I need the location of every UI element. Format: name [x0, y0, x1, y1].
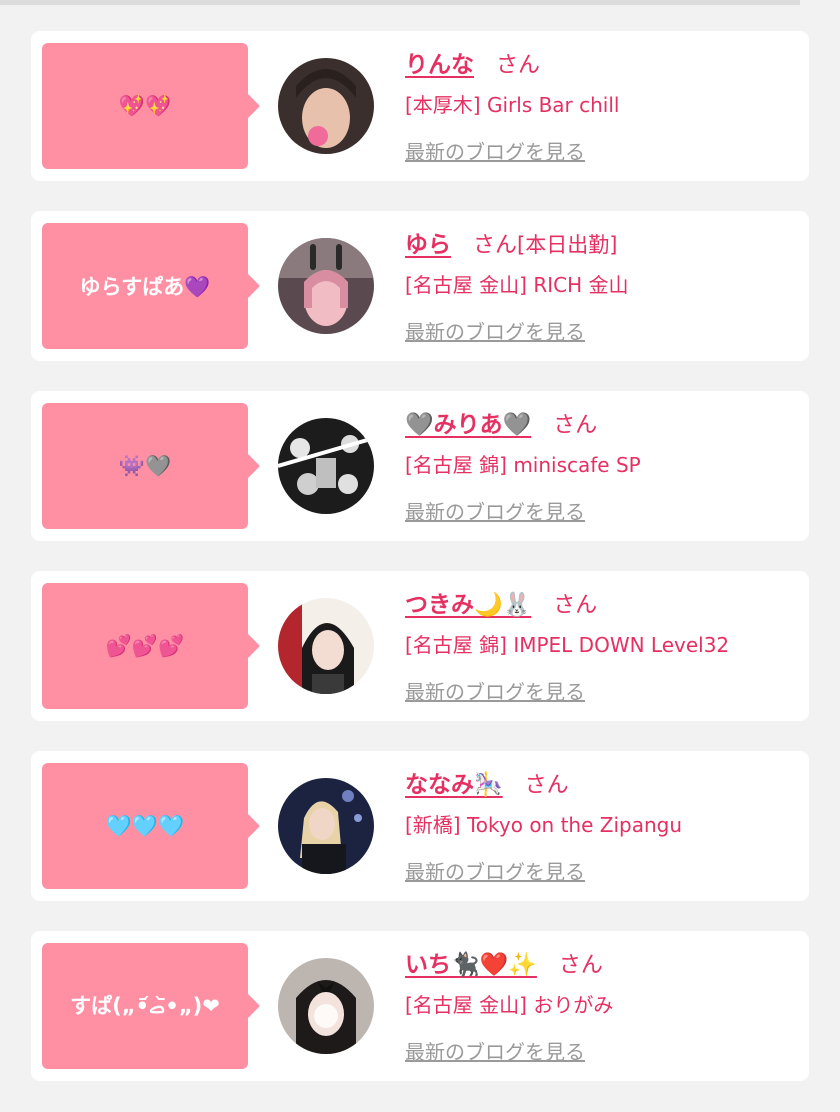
cast-name-link[interactable]: 🩶みりあ🩶: [405, 405, 531, 439]
avatar[interactable]: [278, 238, 374, 334]
girl-photo-avatar-icon: [278, 958, 374, 1054]
list-item: 🩵🩵🩵 ななみ🎠 さん [新橋] Tokyo on the Zipangu 最新…: [31, 751, 809, 901]
latest-blog-link[interactable]: 最新のブログを見る: [405, 136, 585, 165]
cast-name-link[interactable]: つきみ🌙🐰: [405, 585, 531, 619]
avatar[interactable]: [278, 778, 374, 874]
status-tag: [本日出勤]: [517, 233, 618, 257]
message-bubble: 💖💖: [42, 43, 260, 169]
message-bubble: すぱ(„•᷄ࡇ•᷅„)❤: [42, 943, 260, 1069]
list-item: すぱ(„•᷄ࡇ•᷅„)❤ いち🐈‍⬛❤️✨ さん [名古屋 金山] おりがみ 最…: [31, 931, 809, 1081]
latest-blog-link[interactable]: 最新のブログを見る: [405, 496, 585, 525]
avatar[interactable]: [278, 58, 374, 154]
honorific: さん: [524, 773, 569, 798]
girl-photo-avatar-icon: [278, 238, 374, 334]
list-item: ゆらすぱあ💜 ゆら さん [本日出勤] [名古屋 金山] RICH 金山 最新の…: [31, 211, 809, 361]
shop-label: [名古屋 金山] おりがみ: [405, 993, 614, 1017]
honorific: さん: [553, 413, 598, 438]
message-bubble: 💕💕💕: [42, 583, 260, 709]
girl-photo-avatar-icon: [278, 58, 374, 154]
avatar[interactable]: [278, 598, 374, 694]
latest-blog-link[interactable]: 最新のブログを見る: [405, 1036, 585, 1065]
honorific: さん: [558, 953, 603, 978]
message-bubble: 👾🩶: [42, 403, 260, 529]
cast-name-link[interactable]: ななみ🎠: [405, 765, 503, 799]
latest-blog-link[interactable]: 最新のブログを見る: [405, 316, 585, 345]
honorific: さん: [553, 593, 598, 618]
cast-name-link[interactable]: ゆら: [405, 225, 451, 259]
latest-blog-link[interactable]: 最新のブログを見る: [405, 856, 585, 885]
message-bubble: 🩵🩵🩵: [42, 763, 260, 889]
avatar[interactable]: [278, 418, 374, 514]
list-item: 💕💕💕 つきみ🌙🐰 さん [名古屋 錦] IMPEL DOWN Level32 …: [31, 571, 809, 721]
honorific: さん: [473, 233, 518, 258]
latest-blog-link[interactable]: 最新のブログを見る: [405, 676, 585, 705]
cast-name-link[interactable]: いち🐈‍⬛❤️✨: [405, 945, 537, 979]
shop-label: [名古屋 錦] miniscafe SP: [405, 453, 641, 477]
list-item: 💖💖 りんな さん [本厚木] Girls Bar chill 最新のブログを見…: [31, 31, 809, 181]
cast-name-link[interactable]: りんな: [405, 45, 474, 79]
shop-label: [本厚木] Girls Bar chill: [405, 93, 620, 117]
shop-label: [名古屋 金山] RICH 金山: [405, 273, 629, 297]
list-item: 👾🩶 🩶みりあ🩶 さん [名古屋 錦] miniscafe SP 最新のブログを…: [31, 391, 809, 541]
avatar[interactable]: [278, 958, 374, 1054]
shop-label: [新橋] Tokyo on the Zipangu: [405, 813, 683, 837]
honorific: さん: [496, 53, 541, 78]
top-divider: [0, 0, 800, 5]
girl-photo-avatar-icon: [278, 778, 374, 874]
shop-label: [名古屋 錦] IMPEL DOWN Level32: [405, 633, 730, 657]
cast-blog-list: 💖💖 りんな さん [本厚木] Girls Bar chill 最新のブログを見…: [31, 31, 809, 1111]
message-bubble: ゆらすぱあ💜: [42, 223, 260, 349]
girl-photo-avatar-icon: [278, 418, 374, 514]
girl-photo-avatar-icon: [278, 598, 374, 694]
